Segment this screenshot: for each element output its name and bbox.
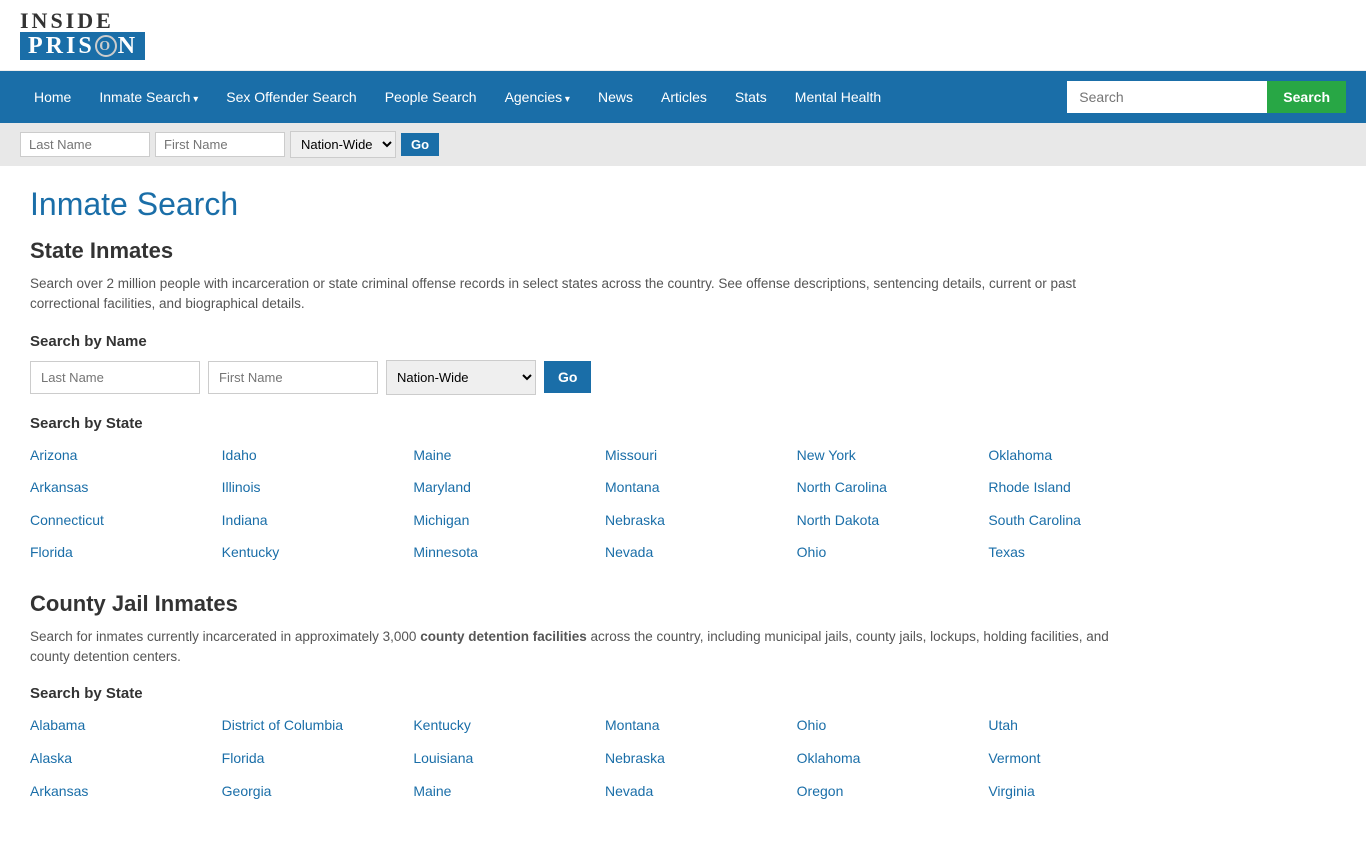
- state-link-idaho[interactable]: Idaho: [222, 442, 404, 469]
- county-link-arkansas[interactable]: Arkansas: [30, 778, 212, 805]
- county-link-kentucky[interactable]: Kentucky: [413, 712, 595, 739]
- logo-i: I: [66, 34, 77, 58]
- scope-select[interactable]: Nation-Wide: [386, 360, 536, 395]
- state-link-north-carolina[interactable]: North Carolina: [797, 474, 979, 501]
- state-link-south-carolina[interactable]: South Carolina: [988, 507, 1170, 534]
- county-link-utah[interactable]: Utah: [988, 712, 1170, 739]
- search-by-state-label: Search by State: [30, 415, 1170, 432]
- state-inmates-title: State Inmates: [30, 238, 1170, 264]
- state-link-illinois[interactable]: Illinois: [222, 474, 404, 501]
- logo-s: S: [78, 34, 93, 58]
- nav-mental-health[interactable]: Mental Health: [781, 71, 895, 123]
- county-link-georgia[interactable]: Georgia: [222, 778, 404, 805]
- first-name-input[interactable]: [208, 361, 378, 394]
- logo-p: P: [28, 34, 45, 58]
- last-name-input[interactable]: [30, 361, 200, 394]
- main-content: Inmate Search State Inmates Search over …: [0, 166, 1200, 849]
- search-by-name-label: Search by Name: [30, 333, 1170, 350]
- header: INSIDE PRISON: [0, 0, 1366, 71]
- state-link-maryland[interactable]: Maryland: [413, 474, 595, 501]
- state-link-oklahoma[interactable]: Oklahoma: [988, 442, 1170, 469]
- logo-o: O: [95, 35, 117, 57]
- nav-news[interactable]: News: [584, 71, 647, 123]
- state-link-arkansas[interactable]: Arkansas: [30, 474, 212, 501]
- county-link-nevada[interactable]: Nevada: [605, 778, 787, 805]
- state-link-rhode-island[interactable]: Rhode Island: [988, 474, 1170, 501]
- county-inmates-title: County Jail Inmates: [30, 591, 1170, 617]
- county-link-oregon[interactable]: Oregon: [797, 778, 979, 805]
- state-link-texas[interactable]: Texas: [988, 539, 1170, 566]
- state-link-florida[interactable]: Florida: [30, 539, 212, 566]
- quick-last-name-input[interactable]: [20, 132, 150, 157]
- state-link-nevada[interactable]: Nevada: [605, 539, 787, 566]
- quick-scope-select[interactable]: Nation-Wide: [290, 131, 396, 158]
- go-button[interactable]: Go: [544, 361, 591, 393]
- state-link-arizona[interactable]: Arizona: [30, 442, 212, 469]
- county-link-ohio[interactable]: Ohio: [797, 712, 979, 739]
- state-link-north-dakota[interactable]: North Dakota: [797, 507, 979, 534]
- logo-inside: INSIDE: [20, 10, 145, 32]
- county-link-virginia[interactable]: Virginia: [988, 778, 1170, 805]
- state-link-minnesota[interactable]: Minnesota: [413, 539, 595, 566]
- quick-first-name-input[interactable]: [155, 132, 285, 157]
- county-link-alabama[interactable]: Alabama: [30, 712, 212, 739]
- state-link-new-york[interactable]: New York: [797, 442, 979, 469]
- quick-go-button[interactable]: Go: [401, 133, 439, 156]
- state-link-michigan[interactable]: Michigan: [413, 507, 595, 534]
- logo[interactable]: INSIDE PRISON: [20, 10, 145, 60]
- quick-search-bar: Nation-Wide Go: [0, 123, 1366, 166]
- nav-agencies[interactable]: Agencies: [491, 71, 584, 123]
- state-link-kentucky[interactable]: Kentucky: [222, 539, 404, 566]
- state-link-montana[interactable]: Montana: [605, 474, 787, 501]
- nav-items: Home Inmate Search Sex Offender Search P…: [20, 71, 895, 123]
- county-inmates-grid: Alabama District of Columbia Kentucky Mo…: [30, 712, 1170, 804]
- name-search-form: Nation-Wide Go: [30, 360, 1170, 395]
- state-link-nebraska[interactable]: Nebraska: [605, 507, 787, 534]
- state-link-ohio[interactable]: Ohio: [797, 539, 979, 566]
- state-link-missouri[interactable]: Missouri: [605, 442, 787, 469]
- page-title: Inmate Search: [30, 186, 1170, 223]
- state-link-connecticut[interactable]: Connecticut: [30, 507, 212, 534]
- state-link-maine[interactable]: Maine: [413, 442, 595, 469]
- county-desc-before: Search for inmates currently incarcerate…: [30, 629, 420, 644]
- logo-area[interactable]: INSIDE PRISON: [20, 10, 1346, 60]
- nav-inmate-search[interactable]: Inmate Search: [85, 71, 212, 123]
- state-inmates-grid: Arizona Idaho Maine Missouri New York Ok…: [30, 442, 1170, 566]
- nav-search-input[interactable]: [1067, 81, 1267, 113]
- state-link-indiana[interactable]: Indiana: [222, 507, 404, 534]
- county-link-maine[interactable]: Maine: [413, 778, 595, 805]
- nav-articles[interactable]: Articles: [647, 71, 721, 123]
- logo-n: N: [118, 34, 137, 58]
- county-link-montana[interactable]: Montana: [605, 712, 787, 739]
- county-desc-bold: county detention facilities: [420, 629, 587, 644]
- nav-home[interactable]: Home: [20, 71, 85, 123]
- nav-search-button[interactable]: Search: [1267, 81, 1346, 113]
- logo-r: R: [46, 34, 65, 58]
- nav-sex-offender[interactable]: Sex Offender Search: [212, 71, 370, 123]
- county-inmates-desc: Search for inmates currently incarcerate…: [30, 627, 1130, 668]
- nav-people-search[interactable]: People Search: [371, 71, 491, 123]
- county-search-by-state-label: Search by State: [30, 685, 1170, 702]
- navbar: Home Inmate Search Sex Offender Search P…: [0, 71, 1366, 123]
- county-link-dc[interactable]: District of Columbia: [222, 712, 404, 739]
- nav-stats[interactable]: Stats: [721, 71, 781, 123]
- state-inmates-desc: Search over 2 million people with incarc…: [30, 274, 1130, 315]
- nav-search-area: Search: [1067, 81, 1346, 113]
- logo-prison: PRISON: [20, 32, 145, 60]
